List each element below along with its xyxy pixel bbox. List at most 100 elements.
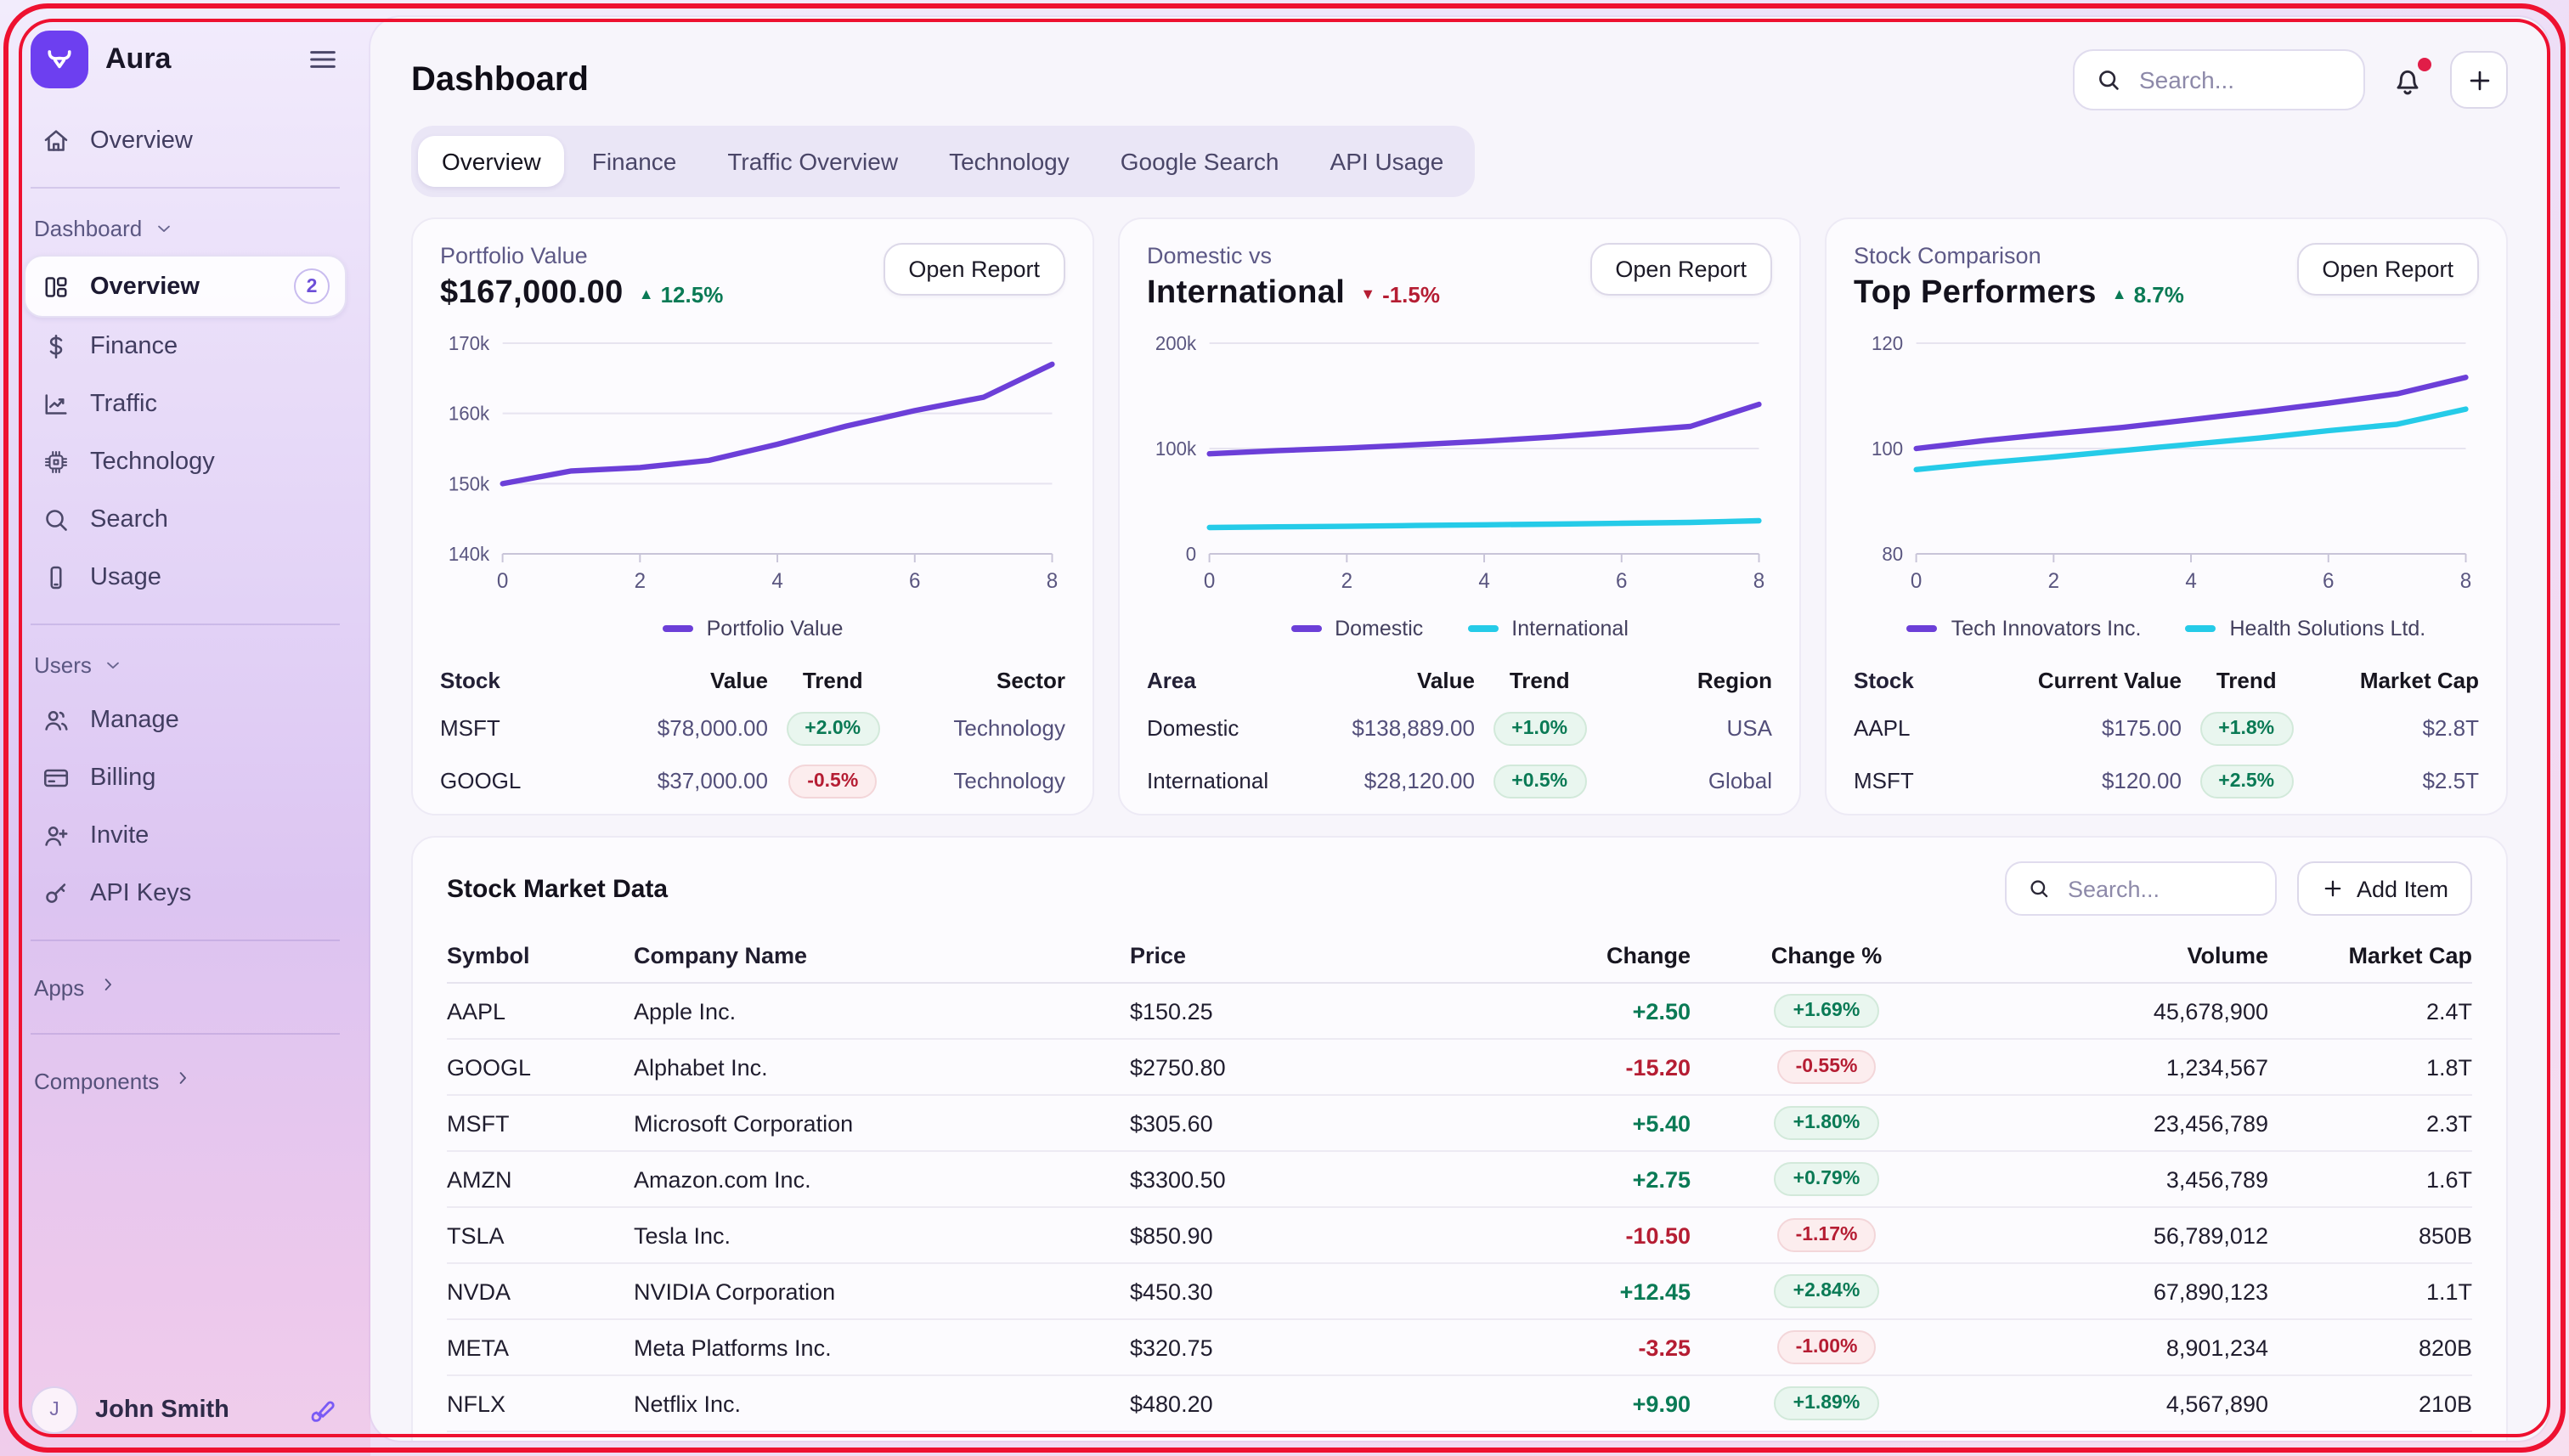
phone-icon bbox=[41, 562, 71, 593]
svg-text:0: 0 bbox=[1911, 570, 1922, 593]
search-input[interactable] bbox=[2136, 65, 2343, 95]
open-report-button[interactable]: Open Report bbox=[1589, 243, 1772, 296]
column-header: Stock bbox=[1854, 667, 2007, 692]
header-search[interactable] bbox=[2073, 49, 2365, 110]
theme-brush-icon[interactable] bbox=[308, 1394, 340, 1426]
table-search[interactable] bbox=[2005, 861, 2277, 916]
sidebar-item-api-keys[interactable]: API Keys bbox=[24, 865, 347, 923]
table-row-tsla[interactable]: TSLATesla Inc.$850.90-10.50-1.17%56,789,… bbox=[447, 1208, 2472, 1264]
sidebar-item-traffic[interactable]: Traffic bbox=[24, 375, 347, 433]
company-cell: NVIDIA Corporation bbox=[634, 1278, 1130, 1304]
legend-item-international: International bbox=[1467, 617, 1629, 641]
mcap-cell: 1.1T bbox=[2268, 1278, 2472, 1304]
section-label-users[interactable]: Users bbox=[24, 642, 347, 691]
chevron-right-icon bbox=[171, 1067, 193, 1094]
table-row-nvda[interactable]: NVDANVIDIA Corporation$450.30+12.45+2.84… bbox=[447, 1264, 2472, 1320]
sidebar-item-search[interactable]: Search bbox=[24, 491, 347, 549]
cell: AAPL bbox=[1854, 715, 2007, 741]
sidebar-item-technology[interactable]: Technology bbox=[24, 433, 347, 491]
sidebar-item-billing[interactable]: Billing bbox=[24, 749, 347, 807]
change-pct-badge: +1.89% bbox=[1775, 1386, 1879, 1420]
tab-technology[interactable]: Technology bbox=[925, 136, 1093, 187]
notifications-bell-icon[interactable] bbox=[2389, 61, 2426, 99]
table-row-nflx[interactable]: NFLXNetflix Inc.$480.20+9.90+1.89%4,567,… bbox=[447, 1376, 2472, 1432]
open-report-button[interactable]: Open Report bbox=[2296, 243, 2479, 296]
section-label-text: Users bbox=[34, 652, 92, 678]
trend-badge: +2.5% bbox=[2199, 764, 2293, 798]
notification-dot bbox=[2418, 58, 2431, 71]
tab-api-usage[interactable]: API Usage bbox=[1307, 136, 1468, 187]
change-cell: +5.40 bbox=[1470, 1110, 1691, 1136]
tab-overview[interactable]: Overview bbox=[418, 136, 565, 187]
table-row[interactable]: International$28,120.00+0.5%Global bbox=[1147, 754, 1772, 807]
table-row[interactable]: MSFT$78,000.00+2.0%Technology bbox=[440, 702, 1065, 754]
sidebar-item-overview[interactable]: Overview bbox=[24, 112, 347, 170]
open-report-button[interactable]: Open Report bbox=[883, 243, 1065, 296]
sidebar-item-usage[interactable]: Usage bbox=[24, 549, 347, 607]
svg-text:150k: 150k bbox=[449, 473, 490, 494]
price-cell: $305.60 bbox=[1130, 1110, 1470, 1136]
legend-item-tech-innovators-inc-: Tech Innovators Inc. bbox=[1907, 617, 2142, 641]
table-row-googl[interactable]: GOOGLAlphabet Inc.$2750.80-15.20-0.55%1,… bbox=[447, 1040, 2472, 1096]
company-cell: Netflix Inc. bbox=[634, 1391, 1130, 1416]
sidebar-item-invite[interactable]: Invite bbox=[24, 807, 347, 865]
sidebar-top-nav: Overview bbox=[24, 112, 347, 170]
card-delta: ▲8.7% bbox=[2112, 281, 2184, 307]
stock-market-header: Stock Market Data Add Item bbox=[447, 858, 2472, 919]
table-row[interactable]: Domestic$138,889.00+1.0%USA bbox=[1147, 702, 1772, 754]
legend-label: International bbox=[1511, 617, 1629, 641]
table-row[interactable]: AAPL$175.00+1.8%$2.8T bbox=[1854, 702, 2479, 754]
svg-text:6: 6 bbox=[1616, 570, 1627, 593]
symbol-cell: NFLX bbox=[447, 1391, 634, 1416]
tab-traffic-overview[interactable]: Traffic Overview bbox=[703, 136, 922, 187]
table-row-msft[interactable]: MSFTMicrosoft Corporation$305.60+5.40+1.… bbox=[447, 1096, 2472, 1152]
tab-finance[interactable]: Finance bbox=[568, 136, 701, 187]
legend-swatch bbox=[663, 626, 693, 632]
mcap-cell: 2.4T bbox=[2268, 998, 2472, 1024]
userplus-icon bbox=[41, 821, 71, 851]
sidebar-link-apps[interactable]: Apps bbox=[24, 958, 347, 1016]
change-cell: +2.75 bbox=[1470, 1166, 1691, 1192]
sidebar-item-label: Overview bbox=[90, 273, 200, 300]
sidebar-item-finance[interactable]: Finance bbox=[24, 318, 347, 375]
column-header: Market Cap bbox=[2312, 667, 2479, 692]
cell: Domestic bbox=[1147, 715, 1300, 741]
users-icon bbox=[41, 705, 71, 736]
cell: MSFT bbox=[440, 715, 593, 741]
cell: $120.00 bbox=[2007, 768, 2182, 793]
table-search-input[interactable] bbox=[2064, 874, 2255, 903]
legend-label: Health Solutions Ltd. bbox=[2230, 617, 2426, 641]
sidebar-item-overview[interactable]: Overview 2 bbox=[24, 255, 347, 318]
add-item-button[interactable]: Add Item bbox=[2297, 861, 2472, 916]
table-row[interactable]: GOOGL$37,000.00-0.5%Technology bbox=[440, 754, 1065, 807]
cell: $2.8T bbox=[2312, 715, 2479, 741]
pct-cell: -1.17% bbox=[1691, 1218, 1962, 1252]
divider bbox=[31, 187, 340, 189]
tab-google-search[interactable]: Google Search bbox=[1097, 136, 1303, 187]
section-label-dashboard[interactable]: Dashboard bbox=[24, 206, 347, 255]
svg-text:100: 100 bbox=[1872, 438, 1903, 460]
table-row-amzn[interactable]: AMZNAmazon.com Inc.$3300.50+2.75+0.79%3,… bbox=[447, 1152, 2472, 1208]
cell: $78,000.00 bbox=[593, 715, 768, 741]
table-row[interactable]: MSFT$120.00+2.5%$2.5T bbox=[1854, 754, 2479, 807]
line-chart: 0100k200k02468 bbox=[1147, 330, 1772, 610]
sidebar-link-components[interactable]: Components bbox=[24, 1052, 347, 1109]
item-badge: 2 bbox=[294, 268, 330, 304]
header-actions bbox=[2073, 49, 2508, 110]
svg-text:0: 0 bbox=[1204, 570, 1215, 593]
column-header: Company Name bbox=[634, 943, 1130, 968]
table-row-meta[interactable]: METAMeta Platforms Inc.$320.75-3.25-1.00… bbox=[447, 1320, 2472, 1376]
change-pct-badge: +2.84% bbox=[1775, 1274, 1879, 1308]
sidebar-item-manage[interactable]: Manage bbox=[24, 691, 347, 749]
table-row-aapl[interactable]: AAPLApple Inc.$150.25+2.50+1.69%45,678,9… bbox=[447, 984, 2472, 1040]
menu-icon[interactable] bbox=[306, 42, 340, 76]
sidebar-link-label: Apps bbox=[34, 974, 84, 1000]
add-button[interactable] bbox=[2450, 51, 2508, 109]
sidebar-item-label: Billing bbox=[90, 765, 155, 792]
svg-text:6: 6 bbox=[909, 570, 920, 593]
company-cell: Amazon.com Inc. bbox=[634, 1166, 1130, 1192]
symbol-cell: AAPL bbox=[447, 998, 634, 1024]
volume-cell: 1,234,567 bbox=[1962, 1054, 2268, 1080]
legend-swatch bbox=[1467, 626, 1498, 632]
user-row[interactable]: J John Smith bbox=[24, 1386, 347, 1434]
